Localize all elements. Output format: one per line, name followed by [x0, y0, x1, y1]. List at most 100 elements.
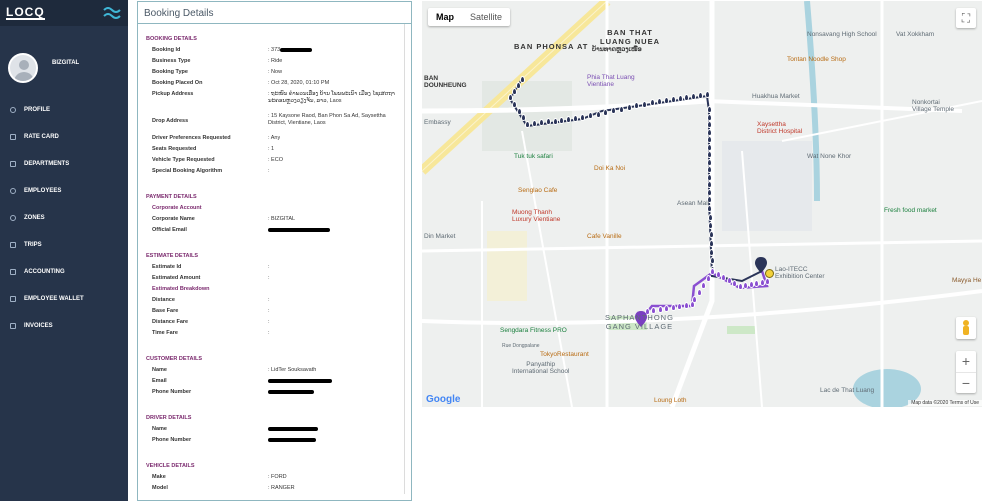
sidebar-item-zones[interactable]: ZONES	[0, 204, 128, 231]
driver-phone-label: Phone Number	[152, 437, 192, 443]
customer-phone-value	[268, 387, 314, 398]
sidebar-item-employees[interactable]: EMPLOYEES	[0, 177, 128, 204]
sidebar-item-employee-wallet[interactable]: EMPLOYEE WALLET	[0, 285, 128, 312]
estimated-amount-value: :	[268, 275, 270, 281]
sidebar-item-label: PROFILE	[24, 106, 51, 113]
route-point-marker	[707, 166, 712, 173]
satellite-view-button[interactable]: Satellite	[462, 8, 510, 26]
logo-row: LOCQ	[0, 0, 128, 26]
booking-id-label: Booking Id	[152, 47, 181, 53]
business-type-value: : Ride	[268, 58, 283, 64]
sidebar-item-label: DEPARTMENTS	[24, 160, 70, 167]
route-point-marker	[657, 306, 663, 313]
base-fare-value: :	[268, 308, 270, 314]
sidebar-item-label: INVOICES	[24, 322, 53, 329]
route-point-marker	[748, 281, 754, 288]
time-fare-value: :	[268, 330, 270, 336]
section-booking-details: BOOKING DETAILS	[146, 36, 197, 42]
distance-label: Distance	[152, 297, 175, 303]
route-point-marker	[754, 280, 760, 287]
route-point-marker	[552, 117, 558, 125]
route-point-marker	[626, 104, 632, 111]
route-point-marker	[595, 110, 601, 118]
sidebar-item-profile[interactable]: PROFILE	[0, 96, 128, 123]
sidebar-item-accounting[interactable]: ACCOUNTING	[0, 258, 128, 285]
fullscreen-button[interactable]: ⛶	[956, 8, 976, 28]
card-icon	[10, 133, 16, 140]
special-algorithm-value: :	[268, 168, 270, 174]
route-point-marker	[683, 302, 689, 309]
globe-icon	[10, 214, 16, 221]
map-label: Fresh food market	[884, 207, 937, 214]
route-point-marker	[512, 88, 517, 95]
business-type-label: Business Type	[152, 58, 191, 64]
map-label: Loung Loth	[654, 397, 687, 404]
sidebar-item-invoices[interactable]: INVOICES	[0, 312, 128, 339]
route-point-marker	[759, 279, 765, 286]
vehicle-make-label: Make	[152, 474, 166, 480]
official-email-value	[268, 225, 330, 236]
distance-value: :	[268, 297, 270, 303]
map-label: BAN PHONSA AT	[514, 42, 589, 51]
pickup-address-value: : ຖະໜົນ ຄຳພວນເລືອງ ບ້ານ ໂພນພະເນົາ ເມືອງ …	[268, 91, 395, 104]
route-point-marker	[696, 289, 702, 296]
map-label: BAN THAT LUANG NUEA	[600, 28, 660, 46]
base-fare-label: Base Fare	[152, 308, 179, 314]
map-view-button[interactable]: Map	[428, 8, 462, 26]
route-point-marker	[656, 98, 662, 105]
google-logo[interactable]: Google	[426, 394, 460, 405]
corporate-account-label: Corporate Account	[152, 205, 202, 211]
customer-name-label: Name	[152, 367, 167, 373]
current-location-marker	[765, 269, 774, 278]
route-point-marker	[580, 114, 585, 121]
distance-fare-label: Distance Fare	[152, 319, 189, 325]
route-point-marker	[707, 213, 713, 221]
map-label: Panyathip International School	[512, 361, 570, 375]
map-label: Nonkortai Village Temple	[912, 99, 955, 113]
route-point-marker	[512, 100, 518, 108]
route-point-marker	[715, 271, 721, 278]
route-point-marker	[642, 100, 648, 108]
street-view-pegman[interactable]	[956, 317, 976, 339]
route-point-marker	[663, 97, 669, 104]
zoom-in-button[interactable]: +	[956, 351, 976, 372]
route-point-marker	[520, 76, 525, 83]
route-point-marker	[566, 115, 572, 123]
panel-body[interactable]: BOOKING DETAILS Booking Id : 373 Business…	[138, 24, 405, 494]
calculator-icon	[10, 268, 16, 275]
map-label: Rue Dongpalane	[502, 343, 540, 349]
route-point-marker	[707, 121, 712, 128]
avatar[interactable]	[8, 53, 38, 83]
section-estimate-details: ESTIMATE DETAILS	[146, 253, 199, 259]
customer-email-label: Email	[152, 378, 167, 384]
redaction	[280, 47, 313, 52]
vehicle-make-value: : FORD	[268, 474, 287, 480]
route-point-marker	[538, 119, 544, 127]
map-attribution[interactable]: Map data ©2020 Terms of Use	[908, 400, 982, 406]
sidebar-item-rate-card[interactable]: RATE CARD	[0, 123, 128, 150]
sidebar-item-departments[interactable]: DEPARTMENTS	[0, 150, 128, 177]
booking-id-value: : 373	[268, 45, 313, 56]
redaction	[268, 389, 314, 394]
route-point-marker	[520, 114, 526, 122]
special-algorithm-label: Special Booking Algorithm	[152, 168, 223, 174]
official-email-label: Official Email	[152, 227, 187, 233]
route-point-marker	[650, 99, 655, 106]
map-label: Vat Xokkham	[896, 31, 935, 38]
pickup-address-label: Pickup Address	[152, 91, 194, 97]
logo[interactable]: LOCQ	[6, 6, 45, 20]
zoom-out-button[interactable]: −	[956, 372, 976, 393]
map-label: Sengdara Fitness PRO	[500, 327, 567, 334]
estimated-breakdown-label: Estimated Breakdown	[152, 286, 210, 292]
section-customer-details: CUSTOMER DETAILS	[146, 356, 203, 362]
trip-map[interactable]: BAN PHONSA AT BAN THAT LUANG NUEA ບ້ານທາ…	[422, 1, 982, 407]
route-point-marker	[707, 151, 712, 158]
route-point-marker	[707, 188, 712, 196]
map-label: Lao-ITECC Exhibition Center	[775, 266, 825, 280]
sidebar-item-label: EMPLOYEES	[24, 187, 62, 194]
drop-address-label: Drop Address	[152, 118, 189, 124]
map-label: Huakhua Market	[752, 93, 800, 100]
sidebar-item-trips[interactable]: TRIPS	[0, 231, 128, 258]
booking-placed-on-label: Booking Placed On	[152, 80, 203, 86]
route-point-marker	[738, 283, 743, 290]
